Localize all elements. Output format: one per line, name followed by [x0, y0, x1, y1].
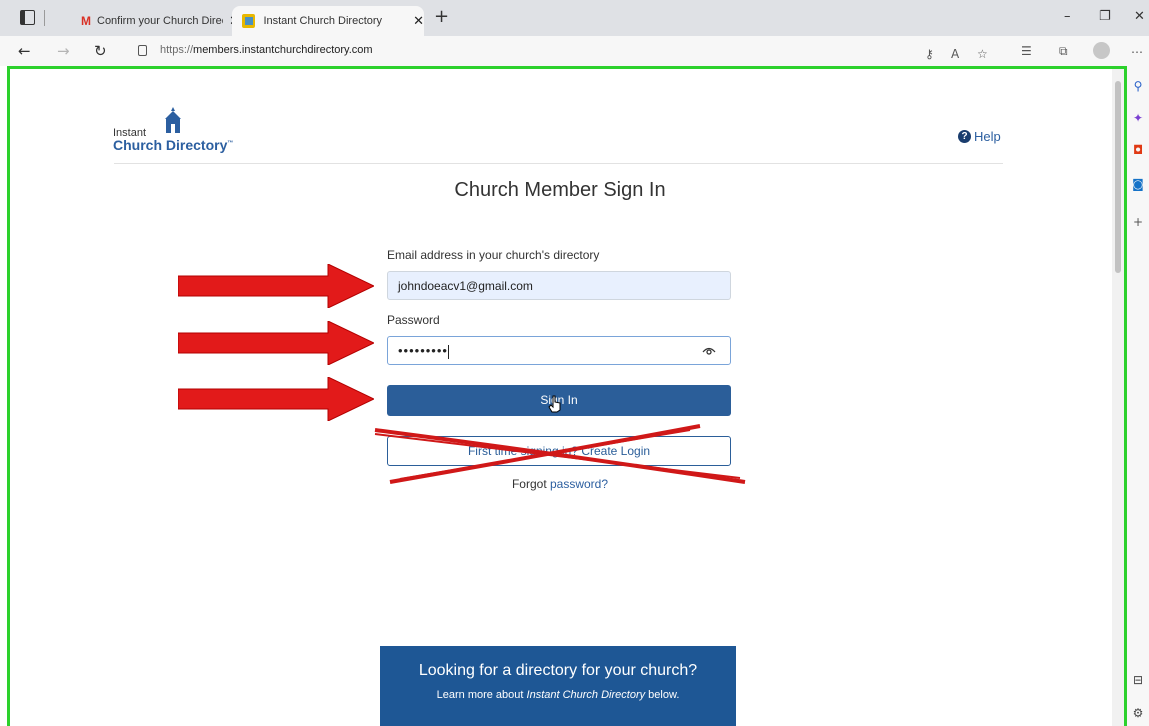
email-field[interactable]: johndoeacv1@gmail.com: [387, 271, 731, 300]
password-label: Password: [387, 313, 440, 327]
restore-button[interactable]: ❐: [1099, 9, 1111, 24]
collections-icon[interactable]: ⧉: [1059, 44, 1068, 59]
page-scrollbar[interactable]: [1112, 69, 1124, 726]
forward-button[interactable]: →: [57, 42, 70, 60]
help-link[interactable]: ? Help: [958, 129, 1001, 144]
address-bar[interactable]: https://members.instantchurchdirectory.c…: [125, 39, 988, 63]
page-viewport: Instant Church Directory™ ? Help Church …: [7, 66, 1127, 726]
tab-title: Instant Church Directory: [263, 15, 383, 27]
tab-actions-icon[interactable]: [20, 10, 35, 25]
refresh-button[interactable]: ↻: [94, 42, 107, 60]
edge-sidebar: ⚲ ✦ ◘ ◙ + ⊟ ⚙: [1127, 66, 1149, 726]
new-tab-button[interactable]: +: [434, 6, 449, 27]
promo-subtitle: Learn more about Instant Church Director…: [436, 689, 680, 701]
favorite-star-icon[interactable]: ☆: [977, 47, 988, 61]
search-icon[interactable]: ⚲: [1132, 80, 1144, 92]
tab-strip: M Confirm your Church Directory E ✕ Inst…: [0, 0, 1149, 36]
url-text: https://members.instantchurchdirectory.c…: [160, 44, 373, 56]
add-sidebar-app-icon[interactable]: +: [1132, 216, 1144, 228]
office-icon[interactable]: ◘: [1132, 144, 1144, 156]
lock-icon[interactable]: [138, 45, 147, 56]
sidebar-settings-icon[interactable]: ⚙: [1132, 707, 1144, 719]
password-field[interactable]: •••••••••: [387, 336, 731, 365]
scroll-thumb[interactable]: [1115, 81, 1121, 273]
minimize-button[interactable]: –: [1064, 9, 1071, 24]
question-circle-icon: ?: [958, 130, 971, 143]
key-icon[interactable]: ⚷: [925, 47, 934, 61]
church-house-icon: [165, 107, 181, 133]
promo-title: Looking for a directory for your church?: [418, 662, 698, 679]
more-menu-icon[interactable]: …: [1131, 42, 1143, 56]
help-label: Help: [974, 129, 1001, 144]
close-window-button[interactable]: ✕: [1134, 9, 1145, 24]
text-caret: [447, 344, 449, 359]
logo-main-text: Church Directory™: [113, 137, 234, 153]
promo-banner: Looking for a directory for your church?…: [380, 646, 736, 726]
profile-avatar[interactable]: [1093, 42, 1110, 59]
hand-cursor-icon: [548, 395, 561, 413]
tab-title: Confirm your Church Directory E: [97, 15, 223, 27]
back-button[interactable]: ←: [18, 42, 31, 60]
tab-separator: [44, 10, 45, 26]
annotation-cross-out: [374, 424, 746, 484]
copilot-icon[interactable]: ✦: [1132, 112, 1144, 124]
gmail-icon: M: [81, 14, 91, 28]
favorites-icon[interactable]: ☰: [1021, 44, 1032, 58]
email-label: Email address in your church's directory: [387, 248, 600, 262]
sidebar-layout-icon[interactable]: ⊟: [1132, 674, 1144, 686]
annotation-arrow-email: [178, 264, 374, 308]
annotation-arrow-sign-in: [178, 377, 374, 421]
annotation-arrow-password: [178, 321, 374, 365]
password-mask: •••••••••: [398, 343, 448, 358]
close-tab-icon[interactable]: ✕: [413, 13, 424, 29]
tab-instant-church-directory[interactable]: Instant Church Directory ✕: [232, 6, 424, 36]
outlook-icon[interactable]: ◙: [1132, 178, 1144, 190]
browser-toolbar: ← → ↻ https://members.instantchurchdirec…: [0, 36, 1149, 66]
eye-icon[interactable]: [702, 345, 716, 355]
page-title: Church Member Sign In: [454, 179, 666, 201]
read-aloud-icon[interactable]: A: [951, 47, 959, 61]
header-divider: [114, 163, 1003, 164]
icd-favicon-icon: [242, 14, 256, 28]
tab-gmail[interactable]: M Confirm your Church Directory E ✕: [52, 6, 240, 36]
